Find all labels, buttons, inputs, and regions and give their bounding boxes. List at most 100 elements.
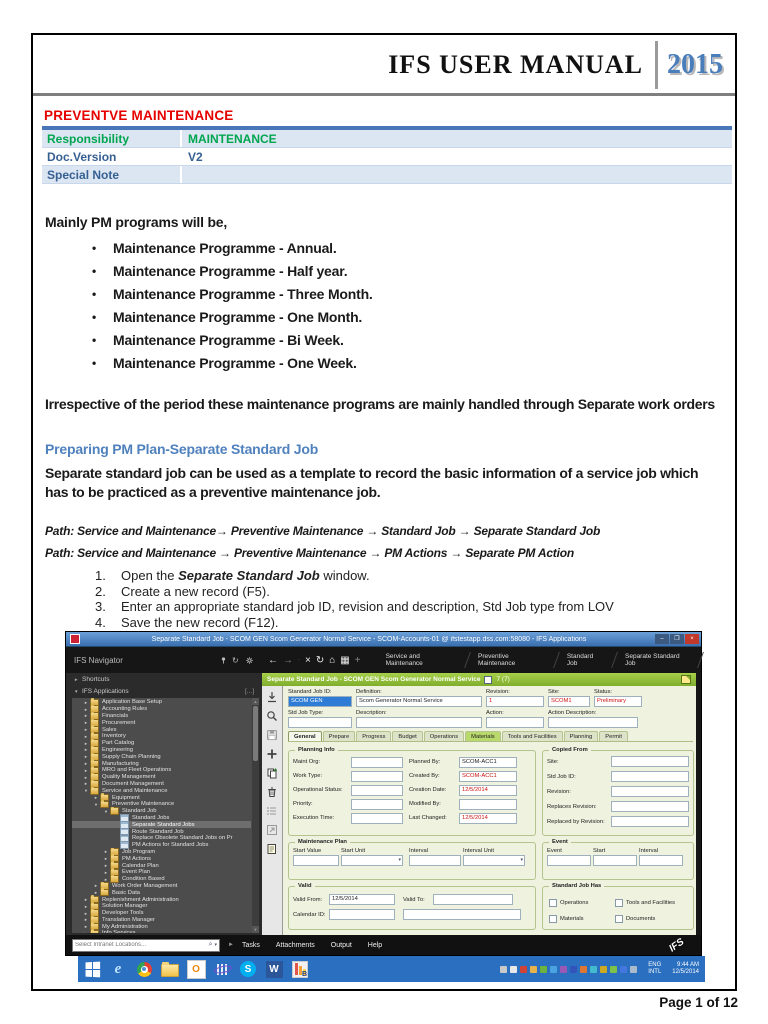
field-input[interactable] <box>293 855 339 866</box>
tree-item[interactable]: ► My Administration <box>72 922 251 931</box>
back-icon[interactable]: ← <box>268 655 278 666</box>
tray-icon[interactable] <box>630 965 638 973</box>
shortcuts-row[interactable]: ► Shortcuts <box>66 673 262 685</box>
start-button[interactable] <box>82 959 102 979</box>
field-input[interactable] <box>611 786 689 797</box>
close-tab-icon[interactable]: × <box>305 655 311 666</box>
scroll-up-icon[interactable]: ▲ <box>252 698 259 705</box>
new-icon[interactable] <box>266 747 278 759</box>
tree-item[interactable]: Separate Standard Jobs <box>72 821 251 829</box>
field-input[interactable] <box>547 855 591 866</box>
search-icon[interactable] <box>266 709 278 721</box>
ifs-applications-row[interactable]: ▼ IFS Applications [...] <box>66 685 262 697</box>
field-input[interactable]: Scom Generator Normal Service <box>356 696 482 707</box>
tree-item[interactable]: ► Manufacturing <box>72 759 251 768</box>
add-tab-icon[interactable]: + <box>355 655 361 666</box>
tree-item[interactable]: ► Condition Based <box>72 874 251 883</box>
field-input[interactable]: 12/5/2014 <box>459 812 517 824</box>
tree-item[interactable]: ► Replenishment Administration <box>72 895 251 904</box>
scroll-down-icon[interactable]: ▼ <box>252 926 259 933</box>
expand-icon[interactable]: ► <box>228 942 234 948</box>
tray-icon[interactable] <box>500 965 508 973</box>
tree-item[interactable]: ►Info Services <box>72 929 251 933</box>
tray-icon[interactable] <box>520 965 528 973</box>
valid-to-input[interactable] <box>433 894 513 905</box>
tree-item[interactable]: ► Document Management <box>72 779 251 788</box>
field-select[interactable] <box>463 855 525 866</box>
menu-attachments[interactable]: Attachments <box>276 942 315 949</box>
field-input[interactable]: Preliminary <box>594 696 642 707</box>
tab-progress[interactable]: Progress <box>356 731 392 741</box>
tree-item[interactable]: ► Basic Data <box>72 888 251 897</box>
tree-item[interactable]: ► Work Order Management <box>72 881 251 890</box>
tree-item[interactable]: ► Financials <box>72 711 251 720</box>
tray-icon[interactable] <box>530 965 538 973</box>
tray-icon[interactable] <box>590 965 598 973</box>
tray-icon[interactable] <box>510 965 518 973</box>
field-input[interactable] <box>351 798 403 810</box>
window-titlebar[interactable]: Separate Standard Job - SCOM GEN Scom Ge… <box>66 632 701 647</box>
checkbox-documents[interactable]: Documents <box>615 915 687 923</box>
field-input[interactable]: SCOM-ACC1 <box>459 756 517 768</box>
tray-icon[interactable] <box>540 965 548 973</box>
outlook-icon[interactable]: O <box>186 959 206 979</box>
internet-explorer-icon[interactable]: e <box>108 959 128 979</box>
close-button[interactable]: × <box>685 634 699 644</box>
checkbox-tools-and-facilities[interactable]: Tools and Facilities <box>615 899 687 907</box>
field-input[interactable] <box>351 770 403 782</box>
language-indicator[interactable]: ENG INTL <box>648 962 661 976</box>
tree-item[interactable]: Replace Obsolete Standard Jobs on Pr <box>72 834 251 843</box>
tab-materials[interactable]: Materials <box>465 731 501 741</box>
field-input[interactable]: 12/5/2014 <box>459 784 517 796</box>
valid-from-input[interactable]: 12/5/2014 <box>329 894 395 905</box>
field-input[interactable] <box>611 816 689 827</box>
copy-icon[interactable] <box>266 766 278 779</box>
field-input[interactable] <box>548 717 638 728</box>
tree-item[interactable]: ► Engineering <box>72 745 251 754</box>
breadcrumb-item[interactable]: Separate Standard Job <box>615 649 701 671</box>
field-input[interactable] <box>639 855 683 866</box>
maximize-button[interactable]: ❐ <box>670 634 684 644</box>
tab-operations[interactable]: Operations <box>423 731 465 741</box>
menu-help[interactable]: Help <box>368 942 382 949</box>
tab-tools-and-facilities[interactable]: Tools and Facilities <box>501 731 563 741</box>
lync-icon[interactable] <box>212 959 232 979</box>
field-input[interactable]: SCOM1 <box>548 696 590 707</box>
tree-item[interactable]: ► PM Actions <box>72 854 251 863</box>
calendar-desc-input[interactable] <box>403 909 521 920</box>
home-icon[interactable]: ⌂ <box>329 655 335 666</box>
tree-item[interactable]: ► Calendar Plan <box>72 861 251 870</box>
tree-item[interactable]: ▼ Preventive Maintenance <box>72 800 251 809</box>
tree-item[interactable]: ▼ Standard Job <box>72 806 251 815</box>
chrome-icon[interactable] <box>134 959 154 979</box>
tree-item[interactable]: PM Actions for Standard Jobs <box>72 841 251 849</box>
file-explorer-icon[interactable] <box>160 959 180 979</box>
menu-output[interactable]: Output <box>331 942 352 949</box>
field-input[interactable]: 1 <box>486 696 544 707</box>
tree-item[interactable]: ► Procurement <box>72 718 251 727</box>
field-input[interactable] <box>611 801 689 812</box>
field-input[interactable] <box>593 855 637 866</box>
checkbox-icon[interactable] <box>615 915 623 923</box>
field-input[interactable]: SCOM-ACC1 <box>459 770 517 782</box>
calendar-id-input[interactable] <box>329 909 395 920</box>
tree-scrollbar[interactable]: ▲ ▼ <box>252 698 259 933</box>
breadcrumb-item[interactable]: Service and Maintenance <box>376 649 468 671</box>
refresh-navigator-icon[interactable]: ↻ <box>232 656 241 665</box>
field-input[interactable] <box>351 756 403 768</box>
field-input[interactable] <box>351 812 403 824</box>
checkbox-operations[interactable]: Operations <box>549 899 615 907</box>
checkbox-icon[interactable] <box>615 899 623 907</box>
tray-icon[interactable] <box>550 965 558 973</box>
menu-tasks[interactable]: Tasks <box>242 942 260 949</box>
checkbox-icon[interactable] <box>549 899 557 907</box>
tray-icon[interactable] <box>600 965 608 973</box>
ifs-taskbar-icon[interactable] <box>290 959 310 979</box>
clock[interactable]: 9:44 AM 12/5/2014 <box>672 962 699 976</box>
tab-permit[interactable]: Permit <box>599 731 628 741</box>
tray-icon[interactable] <box>610 965 618 973</box>
intranet-search-input[interactable]: Select Intranet Locations... ⌕ ▾ <box>72 938 220 952</box>
flag-icon[interactable] <box>681 675 691 684</box>
field-input[interactable] <box>288 717 352 728</box>
refresh-icon[interactable]: ↻ <box>316 655 324 666</box>
